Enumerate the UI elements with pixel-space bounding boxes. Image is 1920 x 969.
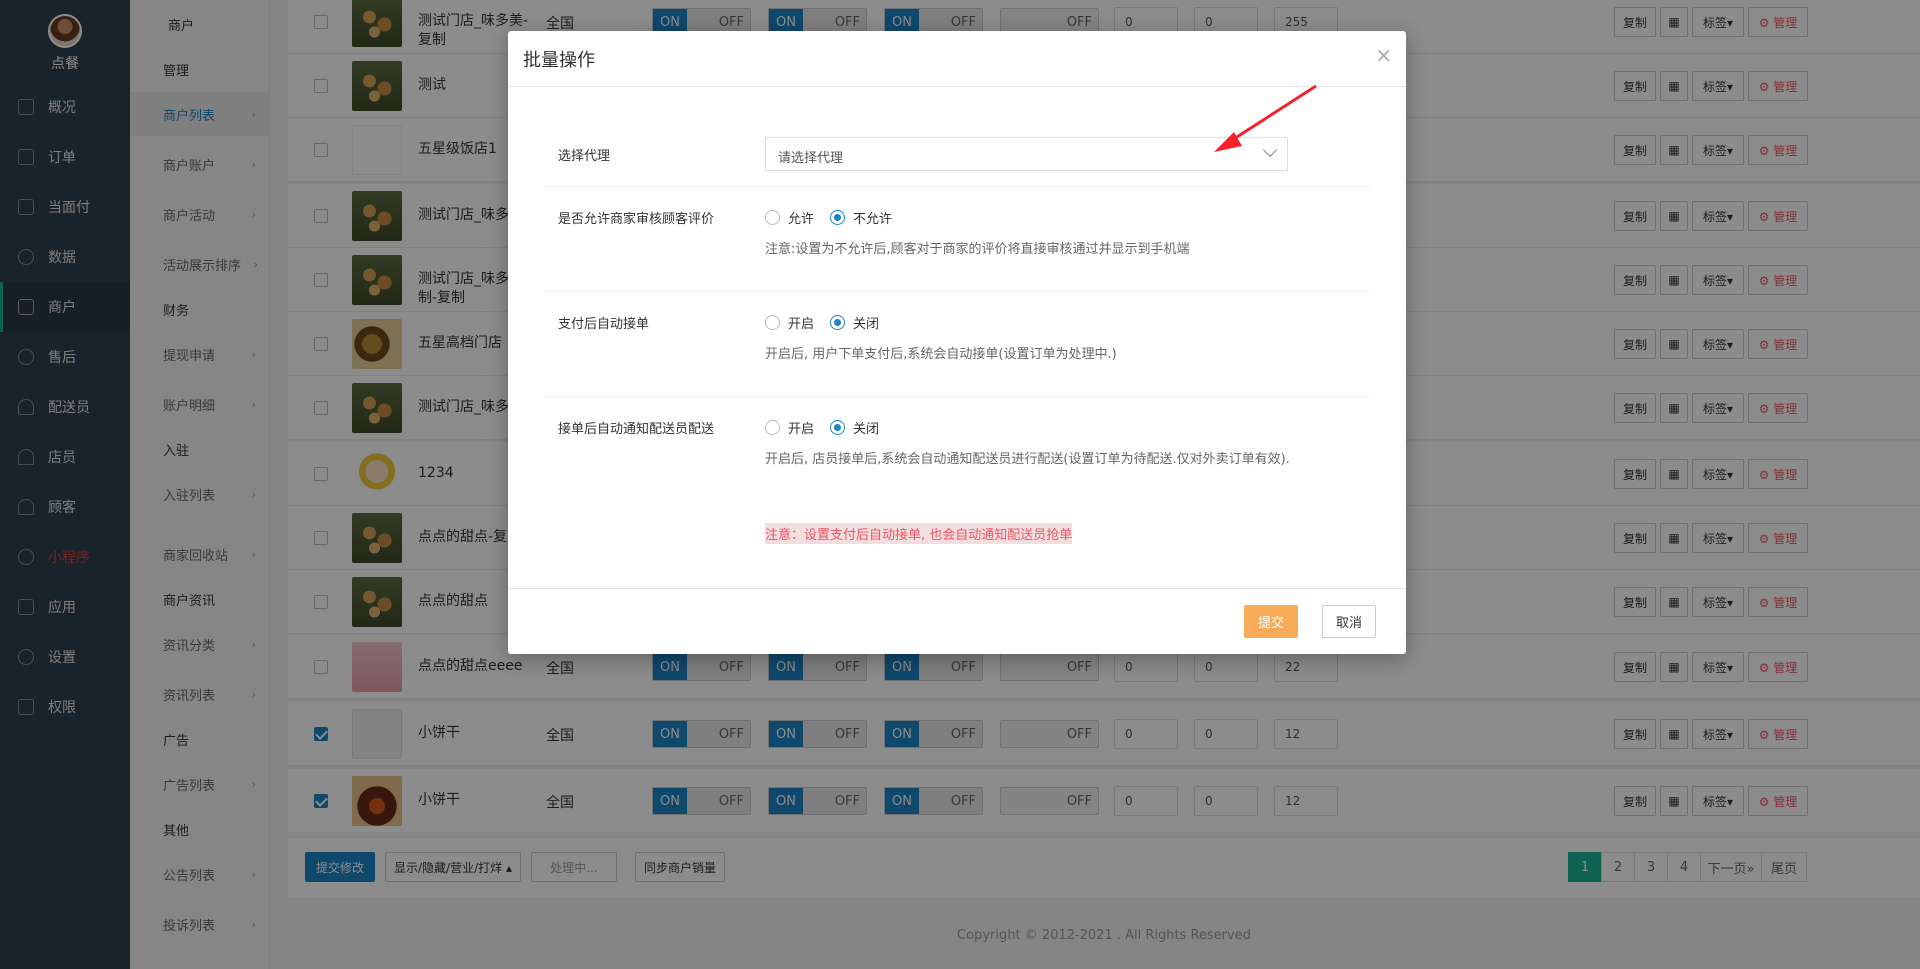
- close-icon[interactable]: ×: [1375, 43, 1392, 67]
- notify-on-label: 开启: [788, 422, 815, 437]
- modal-footer-divider: [508, 588, 1406, 589]
- notify-off-label: 关闭: [853, 422, 880, 437]
- modal-title: 批量操作: [523, 50, 595, 71]
- agent-select-value: 请选择代理: [778, 151, 844, 166]
- annotation-arrow: [1214, 84, 1317, 152]
- agent-label: 选择代理: [558, 149, 611, 164]
- notify-off-radio[interactable]: [830, 420, 845, 435]
- notify-help: 开启后, 店员接单后,系统会自动通知配送员进行配送(设置订单为待配送.仅对外卖订…: [765, 452, 1290, 467]
- autoaccept-off-label: 关闭: [853, 317, 880, 332]
- notify-on-radio[interactable]: [765, 420, 780, 435]
- divider: [543, 396, 1371, 397]
- divider: [543, 186, 1371, 187]
- review-label: 是否允许商家审核顾客评价: [558, 212, 715, 227]
- autoaccept-on-radio[interactable]: [765, 315, 780, 330]
- divider: [543, 291, 1371, 292]
- autoaccept-label: 支付后自动接单: [558, 317, 650, 332]
- notify-warning: 注意：设置支付后自动接单, 也会自动通知配送员抢单: [765, 523, 1073, 544]
- cancel-button[interactable]: 取消: [1322, 605, 1376, 638]
- review-help: 注意:设置为不允许后,顾客对于商家的评价将直接审核通过并显示到手机端: [765, 242, 1190, 257]
- modal-header: 批量操作 ×: [508, 31, 1406, 87]
- arrow-shaft: [1225, 84, 1317, 146]
- review-deny-radio[interactable]: [830, 210, 845, 225]
- autoaccept-off-radio[interactable]: [830, 315, 845, 330]
- agent-select[interactable]: 请选择代理: [765, 137, 1288, 171]
- autoaccept-on-label: 开启: [788, 317, 815, 332]
- review-allow-radio[interactable]: [765, 210, 780, 225]
- review-deny-label: 不允许: [853, 212, 893, 227]
- submit-button[interactable]: 提交: [1244, 605, 1298, 638]
- autoaccept-help: 开启后, 用户下单支付后,系统会自动接单(设置订单为处理中.): [765, 347, 1117, 362]
- review-allow-label: 允许: [788, 212, 815, 227]
- notify-label: 接单后自动通知配送员配送: [558, 422, 715, 437]
